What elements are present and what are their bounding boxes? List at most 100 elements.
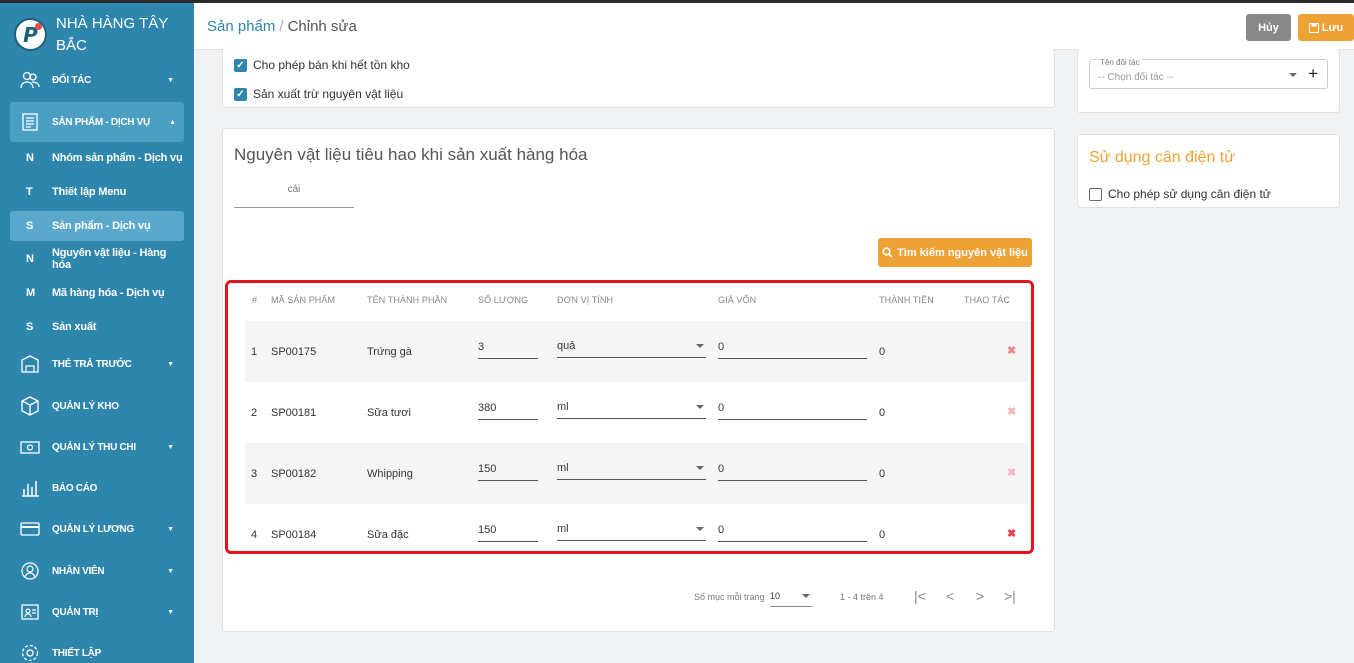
sidebar-item-employees[interactable]: NHÂN VIÊN ▼: [0, 551, 194, 591]
sidebar-subitem-production[interactable]: S Sản xuất: [10, 312, 184, 342]
sidebar-subitem-materials[interactable]: N Nguyên vật liệu - Hàng hóa: [10, 244, 184, 274]
unit-select[interactable]: ml: [557, 521, 706, 541]
quantity-input[interactable]: 380: [478, 400, 538, 420]
add-partner-icon[interactable]: +: [1308, 64, 1318, 84]
options-card: ✓ Cho phép bán khi hết tồn kho ✓ Sản xuấ…: [222, 49, 1055, 108]
checkbox-unchecked-icon: [1089, 187, 1102, 201]
dropdown-arrow-icon: [1289, 73, 1297, 77]
delete-icon[interactable]: ✖: [1007, 405, 1016, 418]
unit-input[interactable]: cái: [234, 184, 354, 208]
chevron-down-icon: ▼: [167, 525, 174, 533]
product-icon: [22, 113, 38, 131]
chevron-down-icon: ▼: [167, 76, 174, 84]
breadcrumb-current: Chỉnh sửa: [287, 18, 357, 35]
quantity-input[interactable]: 150: [478, 461, 538, 481]
last-page-icon[interactable]: >|: [1004, 588, 1016, 604]
pagination-range: 1 - 4 trên 4: [840, 592, 884, 602]
breadcrumb-products-link[interactable]: Sản phẩm: [207, 18, 275, 35]
checkbox-checked-icon: ✓: [234, 58, 247, 72]
sidebar-subitem-menu-setup[interactable]: T Thiết lập Menu: [10, 177, 184, 207]
unit-select[interactable]: quả: [557, 338, 706, 358]
sidebar-item-reports[interactable]: BÁO CÁO: [0, 468, 194, 508]
save-button[interactable]: Lưu: [1298, 14, 1354, 41]
table-row: 2 SP00181 Sữa tươi 380 ml 0 0 ✖: [251, 399, 1017, 420]
partner-icon: [20, 71, 40, 89]
quantity-input[interactable]: 150: [478, 522, 538, 542]
report-icon: [22, 481, 39, 497]
column-header: ĐƠN VỊ TÍNH: [557, 295, 614, 305]
brand-name: NHÀ HÀNG TÂY BẮC: [56, 15, 168, 54]
dropdown-arrow-icon: [802, 594, 810, 598]
search-icon: [882, 247, 893, 258]
delete-icon[interactable]: ✖: [1007, 466, 1016, 479]
cancel-button[interactable]: Hủy: [1246, 14, 1291, 41]
sidebar-subitem-product-group[interactable]: N Nhóm sản phẩm - Dịch vụ: [10, 143, 184, 173]
deduct-materials-checkbox[interactable]: ✓ Sản xuất trừ nguyên vật liệu: [234, 87, 403, 101]
scale-card: Sử dụng cân điện tử Cho phép sử dụng cân…: [1077, 134, 1340, 208]
per-page-select[interactable]: 10: [770, 587, 812, 607]
use-scale-checkbox[interactable]: Cho phép sử dụng cân điện tử: [1089, 187, 1271, 201]
dropdown-arrow-icon: [696, 466, 704, 470]
allow-sell-out-of-stock-checkbox[interactable]: ✓ Cho phép bán khi hết tồn kho: [234, 58, 410, 72]
cost-input[interactable]: 0: [718, 339, 867, 359]
sidebar-item-label: SẢN PHẨM - DỊCH VỤ: [52, 116, 150, 128]
warehouse-icon: [21, 396, 39, 416]
chevron-down-icon: ▼: [167, 443, 174, 451]
sidebar-item-cashflow[interactable]: QUẢN LÝ THU CHI ▼: [0, 427, 194, 467]
table-row: 4 SP00184 Sữa đặc 150 ml 0 0 ✖: [251, 521, 1017, 542]
sidebar-subitem-products[interactable]: S Sản phẩm - Dịch vụ: [10, 211, 184, 241]
prepaid-card-icon: [21, 355, 39, 373]
prev-page-icon[interactable]: <: [946, 588, 954, 604]
column-header: THAO TÁC: [964, 295, 1011, 305]
quantity-input[interactable]: 3: [478, 339, 538, 359]
unit-select[interactable]: ml: [557, 399, 706, 419]
chevron-down-icon: ▼: [167, 567, 174, 575]
salary-icon: [20, 522, 40, 536]
dropdown-arrow-icon: [696, 344, 704, 348]
delete-icon[interactable]: ✖: [1007, 344, 1016, 357]
page-header: Sản phẩm / Chỉnh sửa Hủy Lưu: [194, 3, 1354, 50]
column-header: MÃ SẢN PHẨM: [271, 295, 336, 305]
cost-input[interactable]: 0: [718, 461, 867, 481]
partner-select[interactable]: Tên đối tác -- Chọn đối tác -- +: [1089, 58, 1328, 89]
chevron-down-icon: ▼: [167, 360, 174, 368]
materials-title: Nguyên vật liệu tiêu hao khi sản xuất hà…: [234, 145, 588, 164]
materials-card: Nguyên vật liệu tiêu hao khi sản xuất hà…: [222, 128, 1055, 632]
cost-input[interactable]: 0: [718, 522, 867, 542]
sidebar-item-label: ĐỐI TÁC: [52, 74, 92, 86]
floppy-disk-icon: [1308, 22, 1319, 33]
search-materials-button[interactable]: Tìm kiếm nguyên vật liệu: [878, 238, 1032, 267]
sidebar-subitem-product-codes[interactable]: M Mã hàng hóa - Dịch vụ: [10, 278, 184, 308]
chevron-down-icon: ▼: [167, 608, 174, 616]
chevron-up-icon: ▲: [169, 118, 176, 126]
sidebar-item-admin[interactable]: QUẢN TRỊ ▼: [0, 592, 194, 632]
column-header: #: [252, 295, 258, 305]
sidebar-item-partner[interactable]: ĐỐI TÁC ▼: [0, 60, 194, 100]
dropdown-arrow-icon: [696, 527, 704, 531]
table-row: 1 SP00175 Trứng gà 3 quả 0 0 ✖: [245, 321, 1029, 382]
sidebar-item-products[interactable]: SẢN PHẨM - DỊCH VỤ ▲: [10, 102, 184, 142]
sidebar-item-warehouse[interactable]: QUẢN LÝ KHO: [0, 386, 194, 426]
table-row: 3 SP00182 Whipping 150 ml 0 0 ✖: [245, 443, 1029, 504]
partner-card: Tên đối tác -- Chọn đối tác -- +: [1077, 49, 1340, 113]
column-header: THÀNH TIỀN: [879, 295, 934, 305]
per-page-label: Số mục mỗi trang: [694, 592, 765, 602]
scale-title: Sử dụng cân điện tử: [1089, 149, 1235, 166]
logo-icon: P: [14, 18, 47, 51]
sidebar-item-prepaid[interactable]: THẺ TRẢ TRƯỚC ▼: [0, 344, 194, 384]
column-header: TÊN THÀNH PHẦN: [367, 295, 448, 305]
sidebar-item-settings[interactable]: THIẾT LẬP: [0, 633, 194, 663]
employee-icon: [21, 562, 39, 580]
sidebar: P NHÀ HÀNG TÂY BẮC ĐỐI TÁC ▼ SẢN PHẨM - …: [0, 3, 194, 663]
brand[interactable]: P NHÀ HÀNG TÂY BẮC: [0, 3, 194, 65]
unit-select[interactable]: ml: [557, 460, 706, 480]
cash-icon: [20, 441, 40, 454]
column-header: SỐ LƯỢNG: [478, 295, 529, 305]
checkbox-checked-icon: ✓: [234, 87, 247, 101]
first-page-icon[interactable]: |<: [914, 588, 926, 604]
breadcrumb: Sản phẩm / Chỉnh sửa: [207, 18, 357, 35]
next-page-icon[interactable]: >: [976, 588, 984, 604]
cost-input[interactable]: 0: [718, 400, 867, 420]
delete-icon[interactable]: ✖: [1007, 527, 1016, 540]
sidebar-item-salary[interactable]: QUẢN LÝ LƯƠNG ▼: [0, 509, 194, 549]
